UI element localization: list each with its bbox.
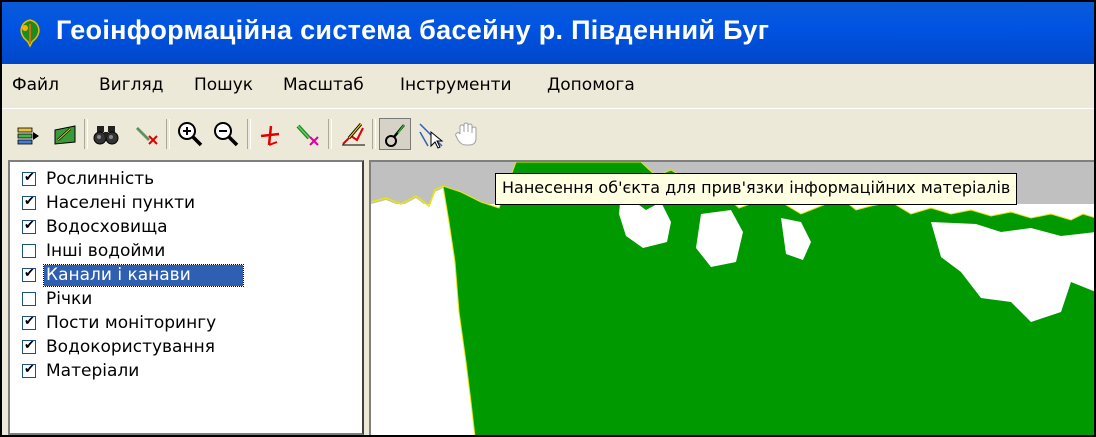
- toolbar-separator: [166, 119, 170, 149]
- check-mark-icon: ✔: [24, 218, 35, 233]
- layer-label: Річки: [46, 289, 93, 309]
- layers-edit-button[interactable]: [49, 118, 81, 150]
- menu-tools[interactable]: Інструменти: [400, 75, 512, 95]
- layer-checkbox[interactable]: ✔: [22, 266, 36, 282]
- menu-help[interactable]: Допомога: [547, 75, 635, 95]
- menu-search[interactable]: Пошук: [194, 75, 253, 95]
- layer-checkbox[interactable]: ✔: [22, 314, 36, 330]
- check-mark-icon: ✔: [24, 362, 35, 377]
- layer-label: Рослинність: [46, 169, 155, 189]
- menu-scale[interactable]: Масштаб: [283, 75, 364, 95]
- measure-icon: [260, 125, 280, 146]
- menu-file[interactable]: Файл: [12, 75, 59, 95]
- app-window: Геоінформаційна система басейну р. Півде…: [0, 0, 1096, 437]
- window-title: Геоінформаційна система басейну р. Півде…: [56, 15, 770, 45]
- toolbar-separator: [372, 119, 376, 149]
- leaf-app-icon: [20, 19, 40, 48]
- pan-button[interactable]: [450, 118, 482, 150]
- zoom-in-button[interactable]: [174, 118, 206, 150]
- layer-label: Водосховища: [46, 217, 168, 237]
- layers-add-button[interactable]: [12, 118, 44, 150]
- draw-object-icon: [342, 123, 365, 146]
- link-object-icon: [385, 124, 405, 147]
- link-object-button[interactable]: [379, 118, 411, 150]
- draw-object-button[interactable]: [337, 118, 369, 150]
- layer-checkbox[interactable]: ✔: [22, 362, 36, 378]
- layer-label: Водокористування: [46, 337, 215, 357]
- zoom-in-icon: [178, 122, 203, 147]
- check-mark-icon: ✔: [24, 314, 35, 329]
- layer-label: Інші водойми: [46, 241, 166, 261]
- layer-label: Канали і канави: [43, 264, 244, 287]
- layer-label: Населені пункти: [46, 193, 196, 213]
- layers-panel: ✔ Рослинність ✔ Населені пункти ✔ Водосх…: [8, 160, 364, 435]
- toolbar-separator: [328, 119, 332, 149]
- tooltip: Нанесення об'єкта для прив'язки інформац…: [495, 173, 1018, 205]
- layer-checkbox[interactable]: [22, 244, 36, 258]
- remove-object-button[interactable]: [291, 118, 323, 150]
- zoom-out-icon: [214, 122, 239, 147]
- layer-checkbox[interactable]: ✔: [22, 338, 36, 354]
- layer-label: Матеріали: [46, 361, 140, 381]
- check-mark-icon: ✔: [24, 194, 35, 209]
- layer-checkbox[interactable]: ✔: [22, 194, 36, 210]
- find-button[interactable]: [91, 118, 123, 150]
- toolbar: [2, 108, 1094, 159]
- clear-search-button[interactable]: [130, 118, 162, 150]
- toolbar-separator: [247, 119, 251, 149]
- check-mark-icon: ✔: [24, 266, 35, 281]
- zoom-out-button[interactable]: [210, 118, 242, 150]
- check-mark-icon: ✔: [24, 170, 35, 185]
- layers-edit-icon: [54, 125, 76, 145]
- clear-search-icon: [135, 126, 158, 145]
- remove-object-icon: [296, 124, 319, 146]
- menu-view[interactable]: Вигляд: [99, 75, 164, 95]
- pan-hand-icon: [455, 122, 477, 146]
- layer-label: Пости моніторингу: [46, 313, 217, 333]
- binoculars-icon: [93, 126, 119, 145]
- menu-bar: Файл Вигляд Пошук Масштаб Інструменти До…: [2, 64, 1094, 108]
- layer-checkbox[interactable]: ✔: [22, 170, 36, 186]
- layers-add-icon: [17, 127, 39, 145]
- layer-checkbox[interactable]: ✔: [22, 218, 36, 234]
- select-tool-icon: [419, 123, 444, 149]
- check-mark-icon: ✔: [24, 338, 35, 353]
- layer-checkbox[interactable]: [22, 292, 36, 306]
- toolbar-separator: [84, 119, 88, 149]
- measure-button[interactable]: [255, 118, 287, 150]
- select-tool-button[interactable]: [415, 118, 447, 150]
- title-bar[interactable]: Геоінформаційна система басейну р. Півде…: [2, 2, 1094, 64]
